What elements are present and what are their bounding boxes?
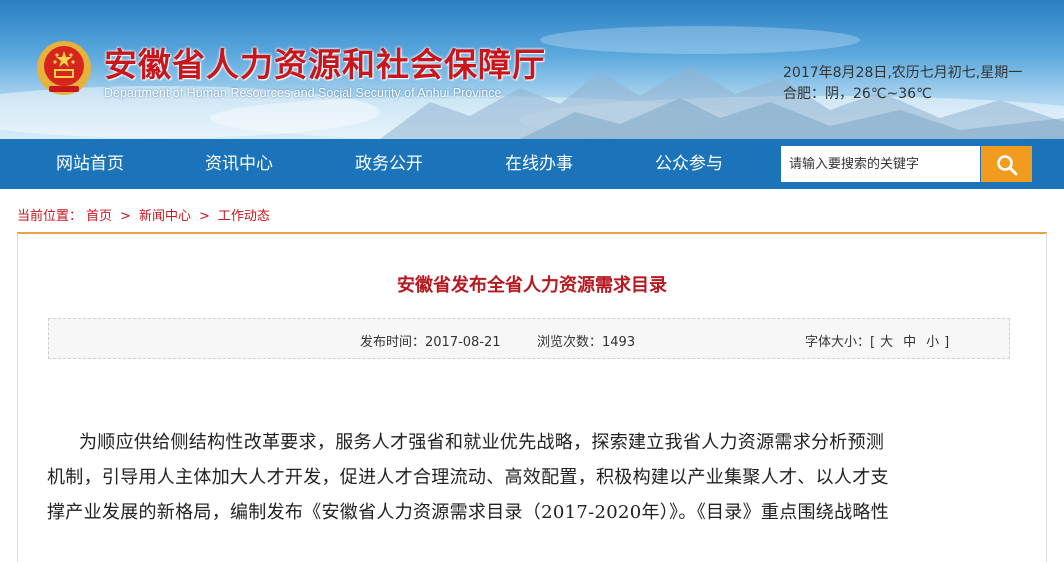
nav-item-government-affairs[interactable]: 政务公开 [355,139,423,189]
site-title: 安徽省人力资源和社会保障厅 [104,45,546,84]
nav-item-news-center[interactable]: 资讯中心 [205,139,273,189]
body-line: 机制，引导用人主体加大人才开发，促进人才合理流动、高效配置，积极构建以产业集聚人… [47,467,889,488]
nav-item-online-services[interactable]: 在线办事 [505,139,573,189]
font-size-small[interactable]: 小 [926,335,939,350]
font-size-large[interactable]: 大 [880,335,893,350]
breadcrumb-separator: > [120,209,131,224]
search-button[interactable] [981,146,1032,182]
publish-time: 发布时间：2017-08-21 [360,335,501,350]
breadcrumb-news-center[interactable]: 新闻中心 [139,209,191,224]
nav-item-home[interactable]: 网站首页 [56,139,124,189]
article-body: 为顺应供给侧结构性改革要求，服务人才强省和就业优先战略，探索建立我省人力资源需求… [47,425,1022,530]
body-line: 撑产业发展的新格局，编制发布《安徽省人力资源需求目录（2017-2020年）》。… [47,502,889,523]
site-subtitle: Department of Human Resources and Social… [104,86,502,100]
font-size-control: 字体大小：[ 大中小] [805,331,949,350]
search-icon [997,155,1018,176]
nav-item-public-participation[interactable]: 公众参与 [655,139,723,189]
search-input[interactable] [781,146,980,182]
font-size-medium[interactable]: 中 [903,335,916,350]
article-meta-bar: 发布时间：2017-08-21 浏览次数：1493 字体大小：[ 大中小] [48,318,1010,359]
breadcrumb-work-updates[interactable]: 工作动态 [218,209,270,224]
font-size-label: 字体大小：[ [805,335,876,350]
site-header: 安徽省人力资源和社会保障厅 Department of Human Resour… [0,0,1064,139]
breadcrumb-prefix: 当前位置： [17,209,83,224]
date-line: 2017年8月28日,农历七月初七,星期一 [783,65,1023,81]
weather-line: 合肥：阴，26℃~36℃ [783,86,932,102]
view-count: 浏览次数：1493 [537,335,636,350]
breadcrumb-separator: > [198,209,210,224]
national-emblem-icon [37,41,91,95]
font-size-close: ] [944,335,950,350]
breadcrumb: 当前位置： 首页 > 新闻中心 > 工作动态 [17,205,274,224]
breadcrumb-home[interactable]: 首页 [86,209,112,224]
body-line: 为顺应供给侧结构性改革要求，服务人才强省和就业优先战略，探索建立我省人力资源需求… [79,432,885,453]
article-title: 安徽省发布全省人力资源需求目录 [397,275,667,296]
